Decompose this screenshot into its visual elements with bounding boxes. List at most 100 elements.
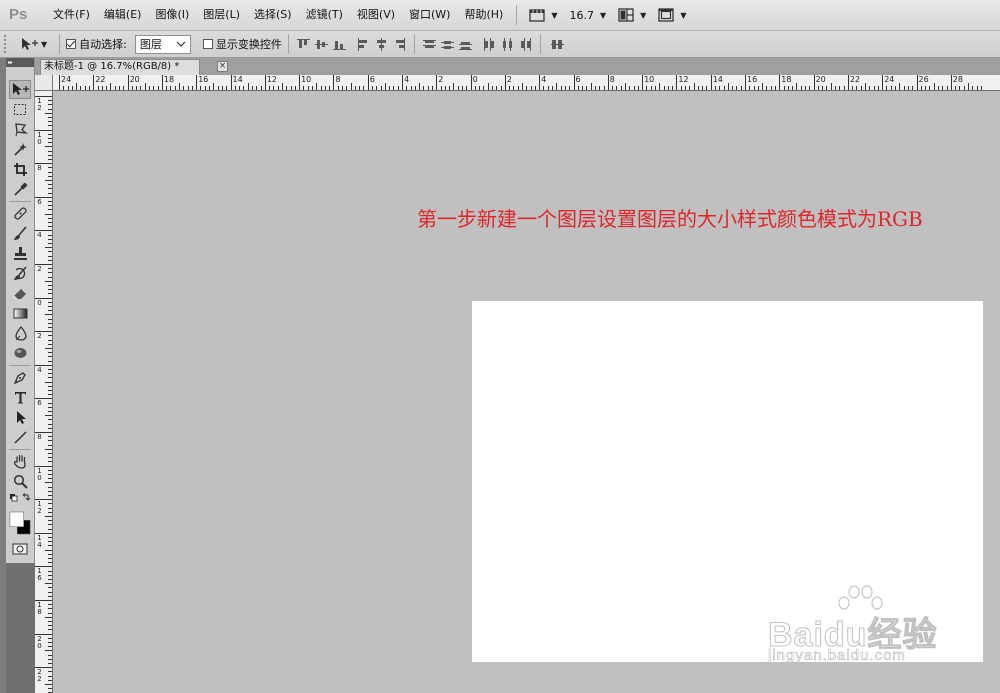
arrange-documents-button[interactable]: ▼ (612, 4, 652, 26)
marquee-icon (14, 104, 26, 115)
ruler-tick (45, 448, 52, 450)
auto-align-layers-button[interactable] (550, 38, 564, 51)
ruler-tick (48, 255, 52, 257)
path-selection-tool-button[interactable] (9, 408, 31, 427)
screen-mode-button[interactable]: ▼ (652, 4, 692, 26)
zoom-level-dropdown[interactable]: 16.7 ▼ (564, 4, 613, 26)
healing-brush-tool-button[interactable] (9, 204, 31, 223)
menu-filter[interactable]: 滤镜(T) (299, 4, 350, 26)
ruler-tick (680, 86, 682, 90)
ruler-tick (509, 86, 511, 90)
ruler-tick (749, 86, 751, 90)
film-frame-icon (529, 9, 545, 22)
align-right-edges-button[interactable] (393, 37, 406, 51)
history-brush-tool-button[interactable] (9, 264, 31, 283)
ruler-tick (114, 86, 116, 90)
vertical-ruler[interactable]: 1 2 1 0 8 6 4 2 0 2 4 6 8 1 0 1 2 1 4 1 6 1 8 2 0 2 2 (35, 91, 53, 693)
clone-stamp-tool-button[interactable] (9, 244, 31, 263)
options-bar-grip[interactable] (4, 35, 8, 53)
ruler-origin[interactable] (35, 75, 53, 91)
blur-tool-button[interactable] (9, 324, 31, 343)
menu-help[interactable]: 帮助(H) (457, 4, 510, 26)
show-transform-controls-checkbox[interactable]: 显示变换控件 (202, 36, 282, 52)
eyedropper-tool-button[interactable] (9, 180, 31, 199)
ruler-tick (48, 205, 52, 207)
ruler-tick (384, 83, 386, 90)
align-top-edges-button[interactable] (296, 38, 310, 51)
ruler-label: 28 (952, 75, 963, 84)
brush-tool-button[interactable] (9, 224, 31, 243)
ruler-tick (320, 86, 322, 90)
options-separator (287, 34, 289, 54)
document-tab-bar: 未标题-1 @ 16.7%(RGB/8) * × (35, 58, 1000, 75)
ruler-tick (890, 86, 892, 90)
align-horizontal-centers-button[interactable] (375, 37, 388, 51)
document-workspace[interactable]: 第一步新建一个图层设置图层的大小样式颜色模式为RGB (53, 92, 1000, 693)
ruler-tick (826, 86, 828, 90)
ruler-tick (35, 297, 52, 299)
document-close-button[interactable]: × (217, 61, 228, 72)
ruler-tick (436, 75, 438, 90)
ruler-tick (727, 83, 729, 90)
ruler-tick (35, 465, 52, 467)
tools-panel-collapse-button[interactable]: ▸▸ (6, 58, 34, 67)
tool-preset-picker[interactable]: ▼ (12, 34, 53, 54)
document-canvas[interactable] (472, 301, 983, 662)
distribute-vertical-centers-button[interactable] (440, 38, 454, 51)
foreground-background-color-swatches[interactable] (9, 508, 31, 538)
quick-mask-button[interactable] (9, 541, 31, 557)
distribute-horizontal-centers-button[interactable] (501, 37, 514, 51)
distribute-top-edges-button[interactable] (422, 38, 436, 51)
distribute-bottom-edges-button[interactable] (458, 38, 472, 51)
menu-select[interactable]: 选择(S) (247, 4, 299, 26)
menu-image[interactable]: 图像(I) (148, 4, 196, 26)
dodge-tool-button[interactable] (9, 344, 31, 363)
distribute-left-edges-button[interactable] (483, 37, 496, 51)
menu-window[interactable]: 窗口(W) (402, 4, 457, 26)
ruler-tick (89, 86, 90, 90)
crop-tool-button[interactable] (9, 160, 31, 179)
align-vertical-centers-button[interactable] (314, 38, 328, 51)
zoom-tool-button[interactable] (9, 472, 31, 491)
menu-edit[interactable]: 编辑(E) (97, 4, 149, 26)
menu-bar: Ps 文件(F) 编辑(E) 图像(I) 图层(L) 选择(S) 滤镜(T) 视… (0, 0, 1000, 31)
document-tab[interactable]: 未标题-1 @ 16.7%(RGB/8) * (40, 59, 200, 75)
default-colors-button[interactable] (9, 492, 31, 506)
ruler-tick (48, 373, 52, 375)
gradient-tool-button[interactable] (9, 304, 31, 323)
quick-selection-tool-button[interactable] (9, 140, 31, 159)
move-tool-button[interactable] (9, 80, 31, 99)
hand-tool-button[interactable] (9, 452, 31, 471)
ruler-tick (929, 86, 931, 90)
ruler-tick (251, 86, 253, 90)
launch-bridge-button[interactable]: ▼ (523, 4, 563, 26)
lasso-tool-button[interactable] (9, 120, 31, 139)
auto-select-target-select[interactable]: 图层 (134, 34, 191, 54)
ruler-tick (646, 86, 648, 90)
type-icon (14, 392, 26, 404)
align-left-edges-button[interactable] (357, 37, 370, 51)
ruler-tick (264, 75, 266, 90)
align-bottom-edges-button[interactable] (332, 38, 346, 51)
ruler-tick (333, 75, 335, 90)
type-tool-button[interactable] (9, 388, 31, 407)
eraser-tool-button[interactable] (9, 284, 31, 303)
menu-view[interactable]: 视图(V) (350, 4, 402, 26)
pen-tool-button[interactable] (9, 368, 31, 387)
arrow-pointer-icon (16, 411, 26, 424)
ruler-tick (48, 612, 52, 614)
line-tool-button[interactable] (9, 428, 31, 447)
ruler-tick (45, 314, 52, 316)
ruler-tick (389, 86, 391, 90)
distribute-right-edges-button[interactable] (519, 37, 532, 51)
menu-file[interactable]: 文件(F) (46, 4, 97, 26)
marquee-tool-button[interactable] (9, 100, 31, 119)
ruler-tick (376, 86, 378, 90)
gradient-icon (13, 308, 27, 319)
menu-layer[interactable]: 图层(L) (196, 4, 247, 26)
ruler-tick (127, 75, 129, 90)
horizontal-ruler[interactable]: 24 22 20 18 16 14 12 10 8 6 4 2 0 2 4 6 8 10 12 14 16 18 20 22 2… (53, 75, 1000, 91)
ruler-tick (830, 83, 832, 90)
auto-select-checkbox[interactable]: 自动选择: (66, 36, 127, 52)
ruler-tick (217, 86, 219, 90)
